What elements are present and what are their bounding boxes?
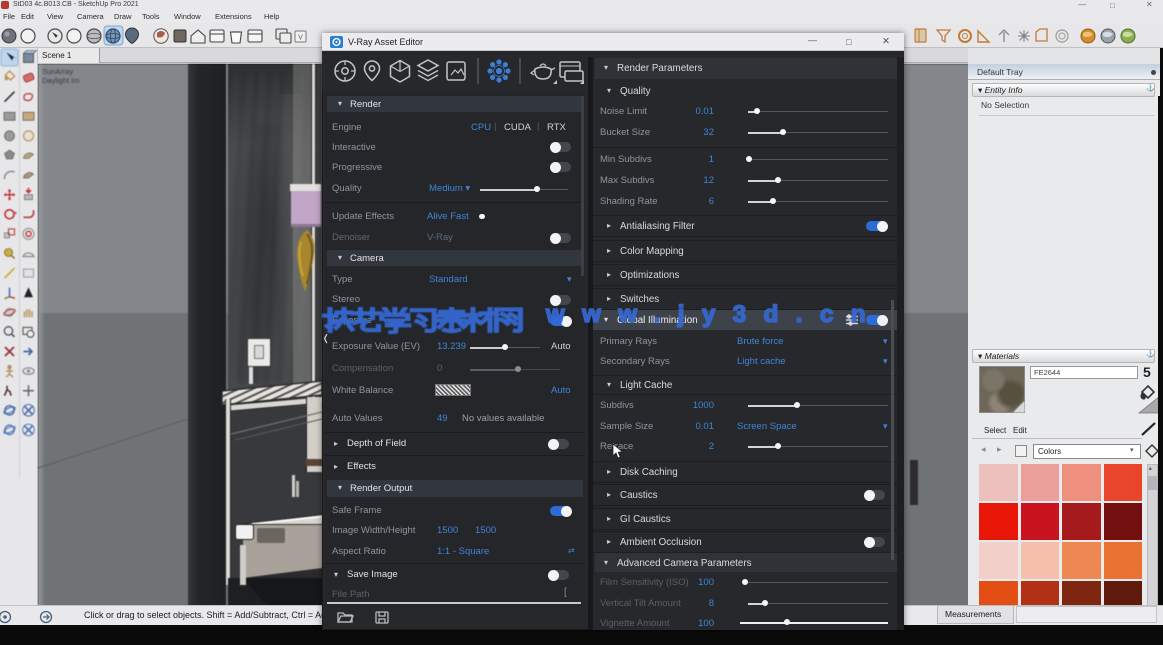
svg-text:V: V	[298, 35, 303, 42]
